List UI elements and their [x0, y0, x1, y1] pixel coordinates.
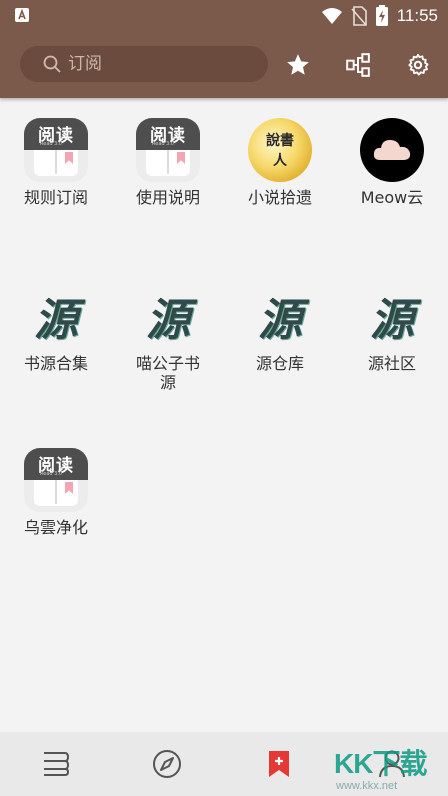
- subscription-label: 源社区: [367, 354, 416, 373]
- toolbar: [0, 32, 448, 98]
- subscription-item[interactable]: 阅读 Read 3.0 使用说明: [112, 98, 224, 207]
- nav-discover[interactable]: [151, 748, 183, 780]
- subscription-item[interactable]: 阅读 Read 3.0 乌雲净化: [0, 428, 112, 537]
- subscription-bookmark-icon: [269, 751, 289, 777]
- status-icons: 11:55: [321, 4, 438, 28]
- compass-icon: [153, 750, 181, 778]
- bookshelf-icon: [44, 752, 70, 776]
- share-nodes-icon: [346, 53, 370, 77]
- read-app-icon: 阅读 Read 3.0: [24, 118, 88, 182]
- watermark-url: www.kkx.net: [336, 780, 398, 792]
- subscription-label: Meow云: [360, 188, 424, 207]
- app-notification-icon: [15, 8, 29, 22]
- wifi-icon: [321, 8, 342, 24]
- watermark-logo: KK下载: [334, 748, 427, 779]
- search-icon: [43, 55, 61, 73]
- subscription-label: 乌雲净化: [23, 518, 88, 537]
- settings-button[interactable]: [405, 52, 431, 78]
- subscription-label: 书源合集: [23, 354, 88, 373]
- subscription-label: 源仓库: [255, 354, 304, 373]
- subscription-item[interactable]: 源 喵公子书源: [112, 264, 224, 392]
- subscription-item[interactable]: 源 源社区: [336, 264, 448, 373]
- battery-charging-icon: [375, 5, 388, 26]
- gear-icon: [408, 53, 429, 76]
- subscription-item[interactable]: 阅读 Read 3.0 规则订阅: [0, 98, 112, 207]
- search-input[interactable]: [66, 53, 260, 75]
- yuan-calligraphy-icon: 源: [34, 295, 78, 346]
- subscription-label: 喵公子书源: [135, 354, 200, 392]
- subscription-item[interactable]: 源 书源合集: [0, 264, 112, 373]
- meow-cloud-icon: [360, 118, 424, 182]
- subscription-label: 使用说明: [135, 188, 200, 207]
- subscription-item[interactable]: 源 源仓库: [224, 264, 336, 373]
- subscription-label: 规则订阅: [23, 188, 88, 207]
- subscription-label: 小说拾遗: [247, 188, 312, 207]
- clock: 11:55: [396, 6, 438, 25]
- nav-subscription[interactable]: [263, 748, 295, 780]
- rule-subscription-button[interactable]: [345, 52, 371, 78]
- read-app-icon: 阅读 Read 3.0: [136, 118, 200, 182]
- yuan-calligraphy-icon: 源: [370, 295, 414, 346]
- star-icon: [287, 54, 309, 75]
- nav-bookshelf[interactable]: [40, 748, 72, 780]
- status-bar: 11:55: [0, 0, 448, 32]
- subscription-item[interactable]: 說書 人 小说拾遗: [224, 98, 336, 207]
- yuan-calligraphy-icon: 源: [146, 295, 190, 346]
- read-app-icon: 阅读 Read 3.0: [24, 448, 88, 512]
- yuan-calligraphy-icon: 源: [258, 295, 302, 346]
- novel-gold-circle-icon: 說書 人: [248, 118, 312, 182]
- subscription-item[interactable]: Meow云: [336, 98, 448, 207]
- search-box[interactable]: [20, 46, 268, 82]
- no-sim-icon: [351, 6, 367, 26]
- favorites-button[interactable]: [285, 52, 311, 78]
